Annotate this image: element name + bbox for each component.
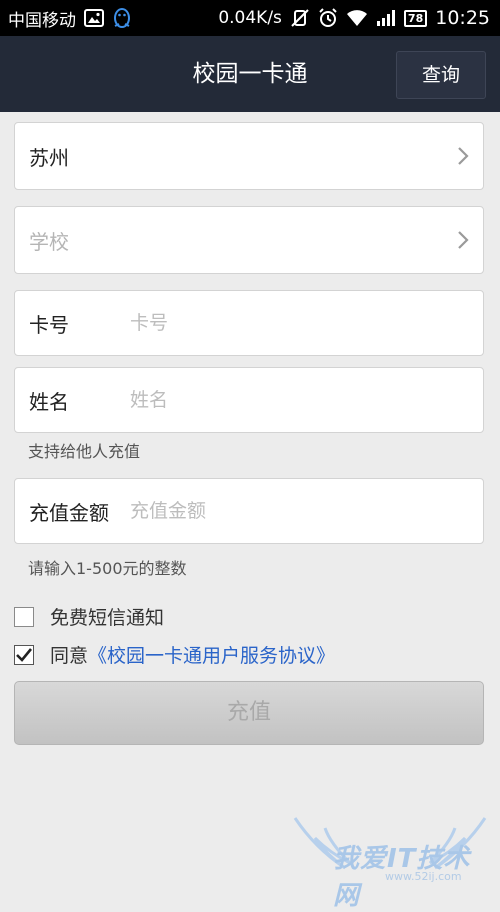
city-selector[interactable]: 苏州 (14, 122, 484, 190)
image-notification-icon (84, 9, 104, 27)
signal-strength-icon (376, 9, 396, 27)
site-watermark: 我爱IT技术网 www.52ij.com (285, 808, 495, 911)
wifi-icon (346, 9, 368, 27)
name-input[interactable] (130, 368, 473, 432)
chevron-right-icon (457, 146, 469, 170)
qq-penguin-icon (112, 6, 132, 30)
name-label: 姓名 (29, 389, 69, 414)
chevron-right-icon (457, 230, 469, 254)
amount-label: 充值金额 (29, 500, 109, 525)
card-number-label: 卡号 (29, 312, 69, 337)
service-agreement-link[interactable]: 《校园一卡通用户服务协议》 (88, 641, 335, 668)
network-speed: 0.04K/s (218, 8, 282, 28)
vibrate-off-icon (290, 8, 310, 28)
query-button[interactable]: 查询 (396, 51, 486, 99)
school-selector[interactable]: 学校 (14, 206, 484, 274)
checkmark-icon (16, 647, 33, 662)
name-row: 姓名 (14, 367, 484, 433)
alarm-clock-icon (318, 8, 338, 28)
sms-notify-option[interactable]: 免费短信通知 (14, 603, 164, 630)
agreement-option[interactable]: 同意 《校园一卡通用户服务协议》 (14, 641, 335, 668)
battery-icon: 78 (403, 9, 428, 27)
status-bar: 中国移动 0.04K/s 78 10:25 (0, 0, 500, 36)
agreement-prefix: 同意 (50, 645, 89, 667)
agreement-checkbox[interactable] (14, 644, 34, 665)
city-value: 苏州 (29, 145, 69, 170)
recharge-button[interactable]: 充值 (14, 681, 484, 745)
sms-notify-label: 免费短信通知 (50, 607, 165, 629)
card-number-row: 卡号 (14, 290, 484, 356)
sms-notify-checkbox[interactable] (14, 606, 34, 627)
amount-hint: 请输入1-500元的整数 (28, 559, 187, 578)
card-number-input[interactable] (130, 291, 473, 355)
name-hint: 支持给他人充值 (28, 442, 141, 461)
amount-input[interactable] (130, 479, 473, 543)
title-bar: 校园一卡通 查询 (0, 36, 500, 112)
school-placeholder: 学校 (29, 229, 69, 254)
amount-row: 充值金额 (14, 478, 484, 544)
clock-time: 10:25 (435, 7, 490, 29)
watermark-url: www.52ij.com (385, 870, 462, 883)
carrier-name: 中国移动 (8, 10, 76, 31)
